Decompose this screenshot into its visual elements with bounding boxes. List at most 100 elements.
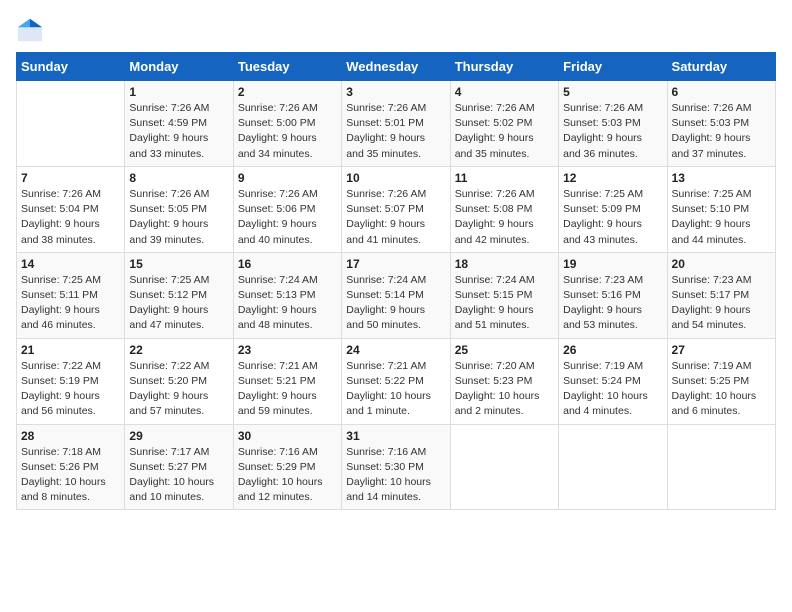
- day-number: 27: [672, 343, 771, 357]
- day-detail: Sunrise: 7:22 AM Sunset: 5:20 PM Dayligh…: [129, 359, 228, 420]
- calendar-cell: 12 Sunrise: 7:25 AM Sunset: 5:09 PM Dayli…: [559, 166, 667, 252]
- calendar-cell: 18Sunrise: 7:24 AM Sunset: 5:15 PM Dayli…: [450, 252, 558, 338]
- calendar-cell: 3 Sunrise: 7:26 AM Sunset: 5:01 PM Daylig…: [342, 81, 450, 167]
- calendar-cell: 17Sunrise: 7:24 AM Sunset: 5:14 PM Dayli…: [342, 252, 450, 338]
- day-number: 31: [346, 429, 445, 443]
- calendar-cell: 26 Sunrise: 7:19 AM Sunset: 5:24 PM Dayli…: [559, 338, 667, 424]
- weekday-header-thursday: Thursday: [450, 53, 558, 81]
- calendar-cell: 19 Sunrise: 7:23 AM Sunset: 5:16 PM Dayli…: [559, 252, 667, 338]
- day-detail: Sunrise: 7:25 AM Sunset: 5:12 PM Dayligh…: [129, 273, 228, 334]
- day-detail: Sunrise: 7:25 AM Sunset: 5:11 PM Dayligh…: [21, 273, 120, 334]
- day-number: 18: [455, 257, 554, 271]
- day-detail: Sunrise: 7:26 AM Sunset: 5:03 PM Dayligh…: [672, 101, 771, 162]
- calendar-cell: 29Sunrise: 7:17 AM Sunset: 5:27 PM Dayli…: [125, 424, 233, 510]
- day-number: 17: [346, 257, 445, 271]
- day-number: 20: [672, 257, 771, 271]
- day-detail: Sunrise: 7:26 AM Sunset: 5:08 PM Dayligh…: [455, 187, 554, 248]
- day-number: 19: [563, 257, 662, 271]
- day-number: 26: [563, 343, 662, 357]
- day-detail: Sunrise: 7:19 AM Sunset: 5:25 PM Dayligh…: [672, 359, 771, 420]
- day-detail: Sunrise: 7:26 AM Sunset: 5:07 PM Dayligh…: [346, 187, 445, 248]
- calendar-body: 1 Sunrise: 7:26 AM Sunset: 4:59 PM Daylig…: [17, 81, 776, 510]
- weekday-header-sunday: Sunday: [17, 53, 125, 81]
- logo-icon: [16, 16, 44, 44]
- calendar-cell: 10 Sunrise: 7:26 AM Sunset: 5:07 PM Dayli…: [342, 166, 450, 252]
- day-detail: Sunrise: 7:16 AM Sunset: 5:29 PM Dayligh…: [238, 445, 337, 506]
- day-detail: Sunrise: 7:21 AM Sunset: 5:22 PM Dayligh…: [346, 359, 445, 420]
- calendar-cell: 15 Sunrise: 7:25 AM Sunset: 5:12 PM Dayli…: [125, 252, 233, 338]
- calendar-cell: 14Sunrise: 7:25 AM Sunset: 5:11 PM Dayli…: [17, 252, 125, 338]
- calendar-cell: 22 Sunrise: 7:22 AM Sunset: 5:20 PM Dayli…: [125, 338, 233, 424]
- day-detail: Sunrise: 7:20 AM Sunset: 5:23 PM Dayligh…: [455, 359, 554, 420]
- calendar-week-row: 28 Sunrise: 7:18 AM Sunset: 5:26 PM Dayli…: [17, 424, 776, 510]
- day-number: 2: [238, 85, 337, 99]
- weekday-header-wednesday: Wednesday: [342, 53, 450, 81]
- day-detail: Sunrise: 7:18 AM Sunset: 5:26 PM Dayligh…: [21, 445, 120, 506]
- calendar-cell: 13Sunrise: 7:25 AM Sunset: 5:10 PM Dayli…: [667, 166, 775, 252]
- day-detail: Sunrise: 7:26 AM Sunset: 5:01 PM Dayligh…: [346, 101, 445, 162]
- calendar-cell: [450, 424, 558, 510]
- calendar-cell: 7 Sunrise: 7:26 AM Sunset: 5:04 PM Daylig…: [17, 166, 125, 252]
- calendar-cell: 21 Sunrise: 7:22 AM Sunset: 5:19 PM Dayli…: [17, 338, 125, 424]
- day-detail: Sunrise: 7:26 AM Sunset: 5:00 PM Dayligh…: [238, 101, 337, 162]
- calendar-week-row: 1 Sunrise: 7:26 AM Sunset: 4:59 PM Daylig…: [17, 81, 776, 167]
- weekday-header-friday: Friday: [559, 53, 667, 81]
- day-number: 22: [129, 343, 228, 357]
- calendar-cell: 5 Sunrise: 7:26 AM Sunset: 5:03 PM Daylig…: [559, 81, 667, 167]
- day-number: 15: [129, 257, 228, 271]
- day-number: 12: [563, 171, 662, 185]
- day-number: 21: [21, 343, 120, 357]
- weekday-header-saturday: Saturday: [667, 53, 775, 81]
- page-header: [16, 16, 776, 44]
- day-number: 23: [238, 343, 337, 357]
- day-number: 4: [455, 85, 554, 99]
- day-number: 9: [238, 171, 337, 185]
- day-detail: Sunrise: 7:23 AM Sunset: 5:16 PM Dayligh…: [563, 273, 662, 334]
- calendar-cell: 30Sunrise: 7:16 AM Sunset: 5:29 PM Dayli…: [233, 424, 341, 510]
- calendar-week-row: 14Sunrise: 7:25 AM Sunset: 5:11 PM Dayli…: [17, 252, 776, 338]
- day-number: 24: [346, 343, 445, 357]
- weekday-header-monday: Monday: [125, 53, 233, 81]
- day-detail: Sunrise: 7:24 AM Sunset: 5:13 PM Dayligh…: [238, 273, 337, 334]
- weekday-header-tuesday: Tuesday: [233, 53, 341, 81]
- day-number: 28: [21, 429, 120, 443]
- calendar-cell: 27 Sunrise: 7:19 AM Sunset: 5:25 PM Dayli…: [667, 338, 775, 424]
- day-number: 29: [129, 429, 228, 443]
- day-detail: Sunrise: 7:21 AM Sunset: 5:21 PM Dayligh…: [238, 359, 337, 420]
- day-detail: Sunrise: 7:26 AM Sunset: 5:04 PM Dayligh…: [21, 187, 120, 248]
- day-detail: Sunrise: 7:26 AM Sunset: 5:03 PM Dayligh…: [563, 101, 662, 162]
- calendar-cell: [17, 81, 125, 167]
- calendar-cell: 11 Sunrise: 7:26 AM Sunset: 5:08 PM Dayli…: [450, 166, 558, 252]
- day-detail: Sunrise: 7:22 AM Sunset: 5:19 PM Dayligh…: [21, 359, 120, 420]
- calendar-cell: 28 Sunrise: 7:18 AM Sunset: 5:26 PM Dayli…: [17, 424, 125, 510]
- calendar-cell: 8Sunrise: 7:26 AM Sunset: 5:05 PM Daylig…: [125, 166, 233, 252]
- day-number: 8: [129, 171, 228, 185]
- calendar-cell: 31 Sunrise: 7:16 AM Sunset: 5:30 PM Dayli…: [342, 424, 450, 510]
- day-number: 1: [129, 85, 228, 99]
- calendar-cell: 25Sunrise: 7:20 AM Sunset: 5:23 PM Dayli…: [450, 338, 558, 424]
- calendar-cell: 23 Sunrise: 7:21 AM Sunset: 5:21 PM Dayli…: [233, 338, 341, 424]
- day-number: 10: [346, 171, 445, 185]
- calendar-cell: 4Sunrise: 7:26 AM Sunset: 5:02 PM Daylig…: [450, 81, 558, 167]
- day-detail: Sunrise: 7:23 AM Sunset: 5:17 PM Dayligh…: [672, 273, 771, 334]
- day-detail: Sunrise: 7:26 AM Sunset: 4:59 PM Dayligh…: [129, 101, 228, 162]
- day-detail: Sunrise: 7:25 AM Sunset: 5:09 PM Dayligh…: [563, 187, 662, 248]
- calendar-cell: 1 Sunrise: 7:26 AM Sunset: 4:59 PM Daylig…: [125, 81, 233, 167]
- day-number: 11: [455, 171, 554, 185]
- weekday-header-row: SundayMondayTuesdayWednesdayThursdayFrid…: [17, 53, 776, 81]
- calendar-cell: 20 Sunrise: 7:23 AM Sunset: 5:17 PM Dayli…: [667, 252, 775, 338]
- day-detail: Sunrise: 7:19 AM Sunset: 5:24 PM Dayligh…: [563, 359, 662, 420]
- day-detail: Sunrise: 7:16 AM Sunset: 5:30 PM Dayligh…: [346, 445, 445, 506]
- calendar-week-row: 7 Sunrise: 7:26 AM Sunset: 5:04 PM Daylig…: [17, 166, 776, 252]
- calendar-cell: 9Sunrise: 7:26 AM Sunset: 5:06 PM Daylig…: [233, 166, 341, 252]
- calendar-table: SundayMondayTuesdayWednesdayThursdayFrid…: [16, 52, 776, 510]
- calendar-cell: 16 Sunrise: 7:24 AM Sunset: 5:13 PM Dayli…: [233, 252, 341, 338]
- day-number: 5: [563, 85, 662, 99]
- day-number: 16: [238, 257, 337, 271]
- calendar-header: SundayMondayTuesdayWednesdayThursdayFrid…: [17, 53, 776, 81]
- calendar-week-row: 21 Sunrise: 7:22 AM Sunset: 5:19 PM Dayli…: [17, 338, 776, 424]
- calendar-cell: [667, 424, 775, 510]
- day-number: 7: [21, 171, 120, 185]
- day-number: 3: [346, 85, 445, 99]
- day-detail: Sunrise: 7:25 AM Sunset: 5:10 PM Dayligh…: [672, 187, 771, 248]
